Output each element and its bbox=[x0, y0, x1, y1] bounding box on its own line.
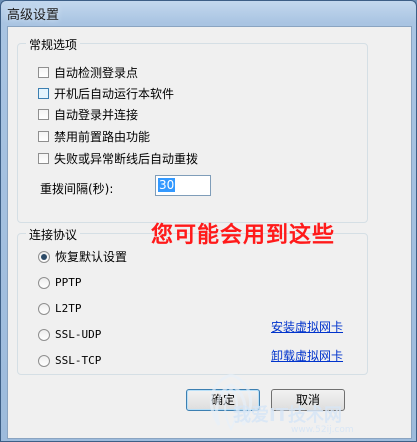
title-bar[interactable]: 高级设置 bbox=[1, 1, 416, 25]
general-options-title: 常规选项 bbox=[26, 36, 81, 53]
option-label: 恢复默认设置 bbox=[55, 250, 128, 264]
protocol-option-pptp[interactable]: PPTP bbox=[38, 276, 82, 289]
checkbox[interactable] bbox=[38, 88, 49, 99]
radio-button[interactable] bbox=[38, 250, 50, 263]
install-virtual-nic-link[interactable]: 安装虚拟网卡 bbox=[271, 318, 343, 335]
option-label: 开机后自动运行本软件 bbox=[54, 87, 175, 101]
option-label: SSL-TCP bbox=[55, 354, 102, 367]
option-disable-front-routing[interactable]: 禁用前置路由功能 bbox=[38, 128, 150, 145]
watermark-text: 我爱IT技术网 bbox=[233, 405, 342, 426]
option-label: 自动登录并连接 bbox=[54, 108, 139, 122]
option-run-on-startup[interactable]: 开机后自动运行本软件 bbox=[38, 85, 174, 102]
checkbox[interactable] bbox=[38, 131, 49, 142]
radio-button[interactable] bbox=[38, 354, 50, 367]
radio-button[interactable] bbox=[38, 328, 50, 341]
connection-protocol-title: 连接协议 bbox=[26, 226, 81, 243]
protocol-option-default[interactable]: 恢复默认设置 bbox=[38, 248, 127, 265]
checkbox[interactable] bbox=[38, 67, 49, 78]
option-label: 自动检测登录点 bbox=[54, 66, 139, 80]
window-title: 高级设置 bbox=[7, 8, 60, 23]
option-label: L2TP bbox=[55, 302, 82, 315]
checkbox[interactable] bbox=[38, 109, 49, 120]
option-auto-detect-login[interactable]: 自动检测登录点 bbox=[38, 64, 138, 81]
general-options-group: 常规选项 自动检测登录点 开机后自动运行本软件 自动登录并连接 禁用前置路由功能… bbox=[17, 36, 368, 223]
option-auto-login-connect[interactable]: 自动登录并连接 bbox=[38, 106, 138, 123]
radio-button[interactable] bbox=[38, 302, 50, 315]
redial-interval-input[interactable]: 30 bbox=[155, 175, 211, 196]
protocol-option-ssl-tcp[interactable]: SSL-TCP bbox=[38, 354, 101, 367]
annotation-text: 您可能会用到这些 bbox=[151, 223, 336, 248]
advanced-settings-dialog: 高级设置 常规选项 自动检测登录点 开机后自动运行本软件 自动登录并连接 禁用前… bbox=[0, 0, 417, 442]
option-label: 禁用前置路由功能 bbox=[54, 130, 151, 144]
option-label: 失败或异常断线后自动重拨 bbox=[54, 152, 199, 166]
radio-button[interactable] bbox=[38, 276, 50, 289]
connection-protocol-group: 连接协议 恢复默认设置 PPTP L2TP SSL-UDP SSL-TCP 安装… bbox=[17, 226, 368, 375]
option-label: SSL-UDP bbox=[55, 328, 102, 341]
checkbox[interactable] bbox=[38, 153, 49, 164]
watermark-url: www.52ij.com bbox=[291, 425, 354, 435]
option-auto-redial[interactable]: 失败或异常断线后自动重拨 bbox=[38, 150, 198, 167]
protocol-option-ssl-udp[interactable]: SSL-UDP bbox=[38, 328, 101, 341]
redial-interval-value: 30 bbox=[158, 178, 176, 192]
redial-interval-label: 重拨间隔(秒): bbox=[40, 182, 114, 196]
uninstall-virtual-nic-link[interactable]: 卸载虚拟网卡 bbox=[271, 347, 343, 364]
protocol-option-l2tp[interactable]: L2TP bbox=[38, 302, 82, 315]
option-label: PPTP bbox=[55, 276, 82, 289]
